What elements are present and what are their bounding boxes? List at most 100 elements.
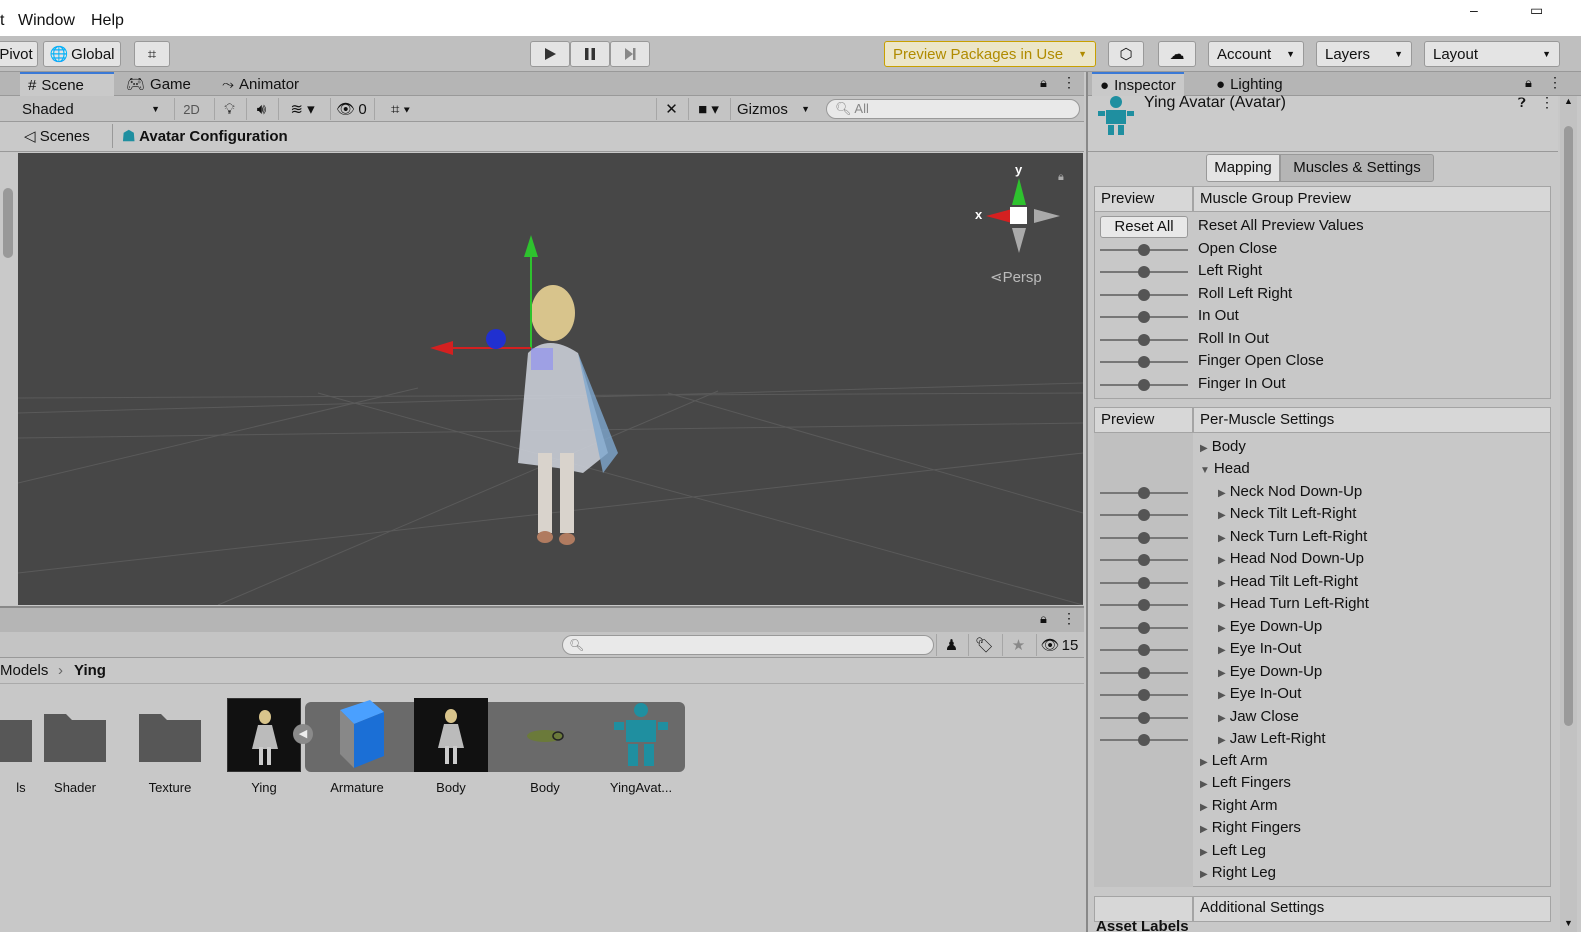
menu-item-window[interactable]: Window <box>18 12 75 30</box>
favorite-button[interactable]: ★ <box>1002 634 1034 656</box>
pause-button[interactable] <box>570 41 610 67</box>
avatar-model[interactable] <box>518 285 618 545</box>
slider-knob[interactable] <box>1138 532 1150 544</box>
tree-item-muscle[interactable]: Eye Down-Up <box>1218 618 1323 635</box>
project-search-input[interactable]: 🔍︎ <box>562 635 934 655</box>
grid-snap-button[interactable]: ⌗ <box>134 41 170 67</box>
tree-item-muscle[interactable]: Head Nod Down-Up <box>1218 550 1364 567</box>
muscle-slider[interactable] <box>1100 644 1188 656</box>
pivot-button[interactable]: Pivot <box>0 41 38 67</box>
scrollbar-thumb[interactable] <box>1564 126 1573 726</box>
muscle-slider[interactable] <box>1100 734 1188 746</box>
tree-item-muscle[interactable]: Eye Down-Up <box>1218 663 1323 680</box>
kebab-menu-icon[interactable]: ⋮ <box>1062 610 1076 627</box>
muscle-slider[interactable] <box>1100 622 1188 634</box>
tab-lighting[interactable]: ● Lighting <box>1208 72 1291 96</box>
reset-all-button[interactable]: Reset All <box>1100 216 1188 238</box>
tools-toggle[interactable]: ✕ <box>656 98 686 120</box>
muscle-slider[interactable] <box>1100 509 1188 521</box>
scene-viewport[interactable]: 🔒︎ y x ⋖Persp <box>18 153 1083 605</box>
tree-item-body[interactable]: Body <box>1200 438 1246 455</box>
collapse-arrow-icon[interactable]: ◀ <box>293 724 313 744</box>
kebab-menu-icon[interactable]: ⋮ <box>1540 94 1554 111</box>
muscle-slider[interactable] <box>1100 577 1188 589</box>
menu-item-edit[interactable]: t <box>0 12 4 30</box>
open-close-slider[interactable] <box>1100 244 1188 256</box>
in-out-slider[interactable] <box>1100 311 1188 323</box>
breadcrumb-models[interactable]: Models <box>0 662 48 679</box>
effects-toggle[interactable]: ≋ ▾ <box>278 98 326 120</box>
tree-item-muscle[interactable]: Neck Tilt Left-Right <box>1218 505 1357 522</box>
breadcrumb-ying[interactable]: Ying <box>74 662 106 679</box>
orientation-gizmo[interactable] <box>986 178 1060 253</box>
asset-body-mesh[interactable]: Body <box>406 698 496 795</box>
tree-item-muscle[interactable]: Neck Nod Down-Up <box>1218 483 1363 500</box>
roll-left-right-slider[interactable] <box>1100 289 1188 301</box>
tree-item-group[interactable]: Left Arm <box>1200 752 1268 769</box>
menu-item-help[interactable]: Help <box>91 12 124 30</box>
muscle-slider[interactable] <box>1100 554 1188 566</box>
slider-knob[interactable] <box>1138 689 1150 701</box>
finger-in-out-slider[interactable] <box>1100 379 1188 391</box>
minimize-icon[interactable]: – <box>1470 2 1478 18</box>
persp-label[interactable]: ⋖Persp <box>990 268 1042 286</box>
muscle-slider[interactable] <box>1100 689 1188 701</box>
slider-knob[interactable] <box>1138 289 1150 301</box>
slider-knob[interactable] <box>1138 667 1150 679</box>
shading-dropdown[interactable]: Shaded ▼ <box>16 98 166 120</box>
slider-knob[interactable] <box>1138 266 1150 278</box>
lock-icon[interactable]: 🔒︎ <box>1525 75 1532 91</box>
tab-animator[interactable]: ⤳ Animator <box>214 72 307 96</box>
asset-body-renderer[interactable]: Body <box>500 698 590 795</box>
slider-knob[interactable] <box>1138 554 1150 566</box>
scene-canvas[interactable]: 🔒︎ <box>18 153 1083 605</box>
scroll-down-icon[interactable]: ▼ <box>1564 918 1573 928</box>
muscle-slider[interactable] <box>1100 599 1188 611</box>
slider-knob[interactable] <box>1138 356 1150 368</box>
slider-knob[interactable] <box>1138 712 1150 724</box>
lock-icon[interactable]: 🔒︎ <box>1058 171 1064 183</box>
global-button[interactable]: 🌐 Global <box>43 41 121 67</box>
scroll-up-icon[interactable]: ▲ <box>1564 96 1573 106</box>
tab-game[interactable]: 🎮︎ Game <box>118 72 199 96</box>
asset-labels-header[interactable]: Asset Labels <box>1096 918 1189 932</box>
kebab-menu-icon[interactable]: ⋮ <box>1062 74 1076 91</box>
hidden-objects-toggle[interactable]: 👁︎ 0 <box>330 98 372 120</box>
slider-knob[interactable] <box>1138 644 1150 656</box>
tree-item-muscle[interactable]: Head Turn Left-Right <box>1218 595 1369 612</box>
asset-folder[interactable]: Texture <box>125 698 215 795</box>
layout-dropdown[interactable]: Layout <box>1424 41 1560 67</box>
layers-dropdown[interactable]: Layers <box>1316 41 1412 67</box>
tab-mapping[interactable]: Mapping <box>1206 154 1280 182</box>
left-right-slider[interactable] <box>1100 266 1188 278</box>
account-dropdown[interactable]: Account <box>1208 41 1304 67</box>
additional-settings-header[interactable]: Additional Settings <box>1193 896 1551 922</box>
tab-muscles-settings[interactable]: Muscles & Settings <box>1280 154 1434 182</box>
asset-avatar[interactable]: YingAvat... <box>596 698 686 795</box>
breadcrumb-scenes[interactable]: ◁ Scenes <box>24 127 90 145</box>
filter-label-button[interactable]: 🏷︎ <box>968 634 1000 656</box>
tree-item-group[interactable]: Left Fingers <box>1200 774 1291 791</box>
slider-knob[interactable] <box>1138 622 1150 634</box>
asset-folder[interactable]: Shader <box>30 698 120 795</box>
slider-knob[interactable] <box>1138 734 1150 746</box>
slider-knob[interactable] <box>1138 599 1150 611</box>
asset-armature[interactable]: Armature <box>312 698 402 795</box>
lighting-toggle[interactable]: 💡︎ <box>214 98 244 120</box>
slider-knob[interactable] <box>1138 334 1150 346</box>
kebab-menu-icon[interactable]: ⋮ <box>1548 74 1562 91</box>
scene-scrollbar[interactable] <box>0 153 17 605</box>
filter-type-button[interactable]: ♟ <box>936 634 966 656</box>
breadcrumb-avatar-config[interactable]: ☗ Avatar Configuration <box>122 127 288 145</box>
muscle-slider[interactable] <box>1100 667 1188 679</box>
audio-toggle[interactable]: 🔊︎ <box>246 98 276 120</box>
tree-item-muscle[interactable]: Jaw Close <box>1218 708 1299 725</box>
roll-in-out-slider[interactable] <box>1100 334 1188 346</box>
hidden-packages-toggle[interactable]: 👁︎ 15 <box>1036 634 1082 656</box>
tab-scene[interactable]: # Scene <box>20 72 114 96</box>
muscle-slider[interactable] <box>1100 712 1188 724</box>
slider-knob[interactable] <box>1138 379 1150 391</box>
slider-knob[interactable] <box>1138 487 1150 499</box>
finger-open-close-slider[interactable] <box>1100 356 1188 368</box>
tree-item-group[interactable]: Right Leg <box>1200 864 1276 881</box>
